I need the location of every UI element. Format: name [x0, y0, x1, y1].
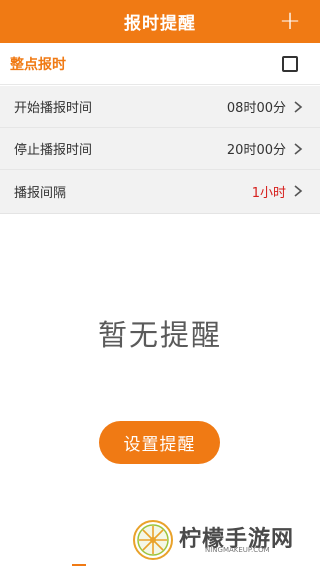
- stop-time-value: 20时00分: [226, 143, 286, 158]
- interval-row[interactable]: 播报间隔 1小时: [0, 170, 320, 212]
- chevron-right-icon: [294, 143, 303, 155]
- chevron-right-icon: [294, 101, 303, 113]
- settings-list: 开始播报时间 08时00分 停止播报时间 20时00分 播报间隔 1小时: [0, 86, 320, 214]
- watermark-subtext: NINGMAKEUP.COM: [205, 546, 270, 554]
- set-reminder-button[interactable]: 设置提醒: [99, 421, 220, 464]
- lemon-logo-icon: [133, 520, 173, 560]
- whole-hour-row[interactable]: 整点报时: [0, 43, 320, 85]
- chevron-right-icon: [294, 185, 303, 197]
- empty-state-text: 暂无提醒: [97, 318, 222, 352]
- start-time-row[interactable]: 开始播报时间 08时00分: [0, 86, 320, 128]
- add-icon[interactable]: +: [278, 7, 302, 35]
- stop-time-row[interactable]: 停止播报时间 20时00分: [0, 128, 320, 170]
- whole-hour-checkbox[interactable]: [282, 56, 298, 72]
- stop-time-label: 停止播报时间: [14, 143, 93, 158]
- whole-hour-label: 整点报时: [10, 56, 66, 73]
- interval-label: 播报间隔: [14, 185, 67, 201]
- bottom-indicator: [72, 564, 86, 566]
- app-header: 报时提醒 +: [0, 0, 320, 43]
- start-time-label: 开始播报时间: [14, 101, 93, 116]
- watermark: 柠檬手游网 NINGMAKEUP.COM: [132, 519, 312, 561]
- interval-value: 1小时: [251, 185, 286, 201]
- page-title: 报时提醒: [124, 14, 196, 34]
- start-time-value: 08时00分: [226, 101, 286, 116]
